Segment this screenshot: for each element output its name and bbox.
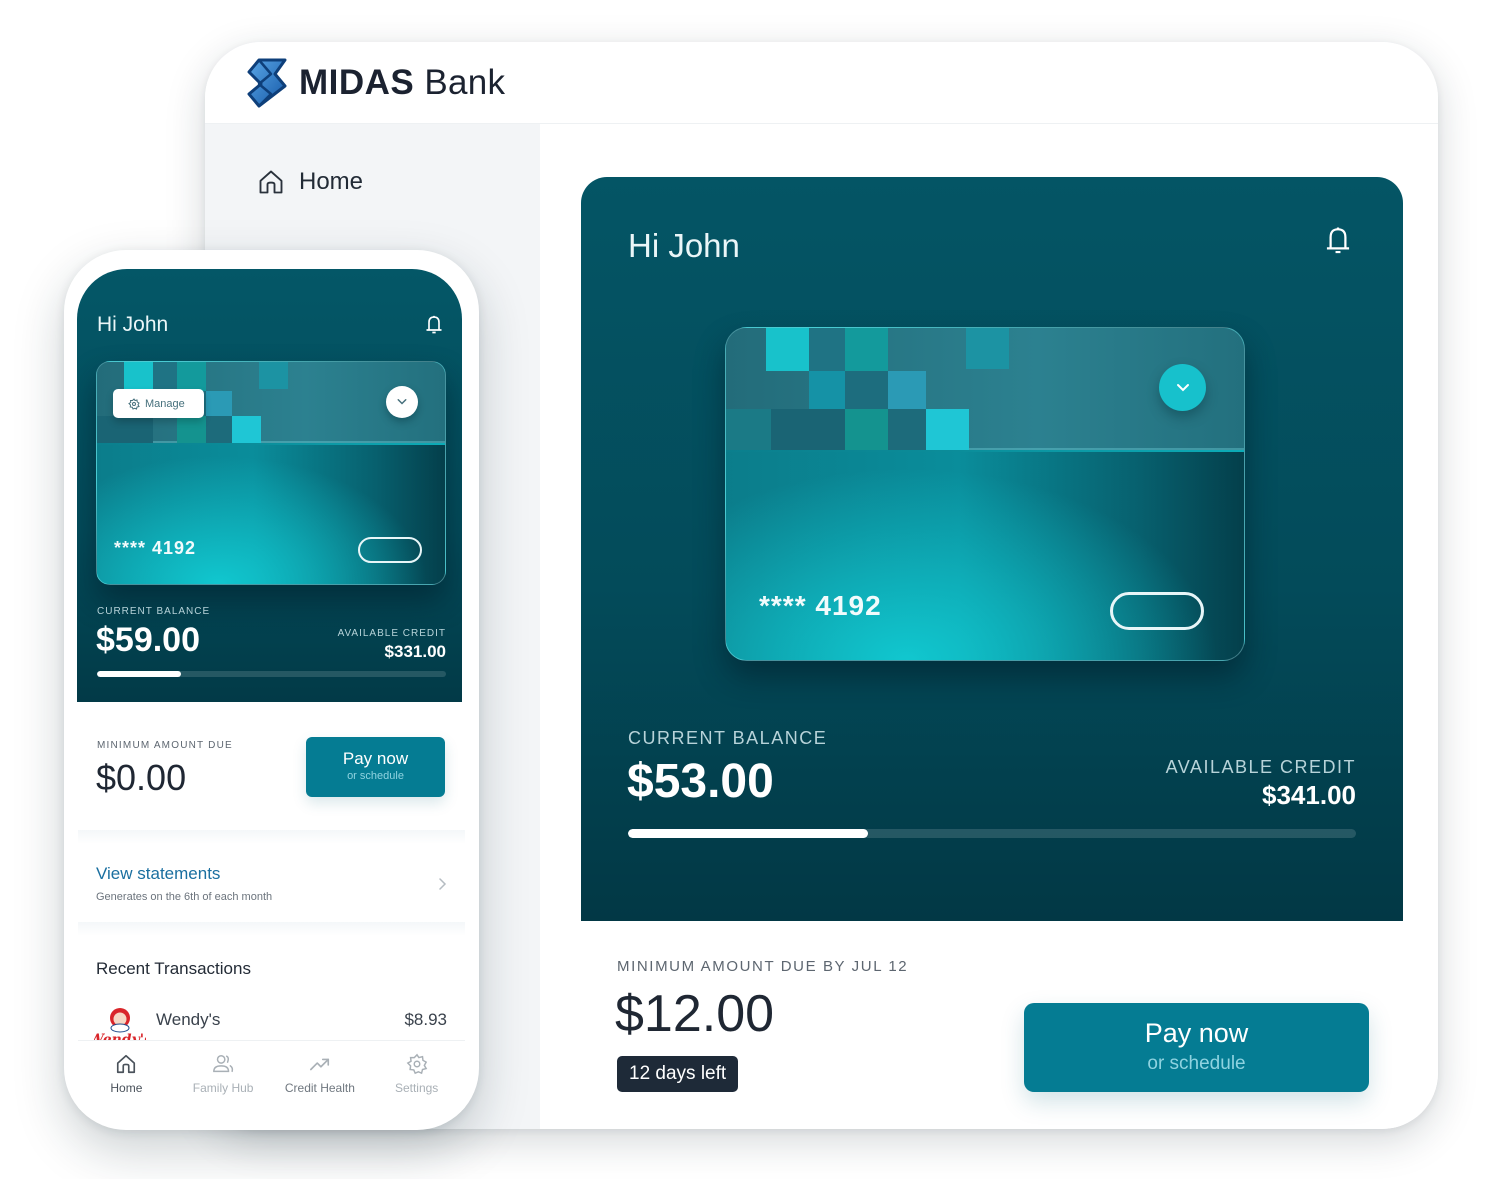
minimum-due-label: MINIMUM AMOUNT DUE BY JUL 12 [617,958,909,975]
pay-now-label: Pay now [1144,1018,1249,1048]
brand-name-regular: Bank [424,63,506,102]
card-toggle[interactable] [358,537,422,563]
sidebar-item-home[interactable]: Home [257,168,363,196]
minimum-due-value: $12.00 [615,985,775,1043]
nav-label: Settings [394,1081,439,1095]
home-icon [117,1054,136,1074]
nav-label: Home [110,1081,143,1095]
pay-now-sublabel: or schedule [1147,1053,1246,1074]
pay-now-sublabel: or schedule [347,770,404,782]
trending-up-icon [309,1058,329,1071]
current-balance-value: $59.00 [96,621,200,659]
nav-home[interactable]: Home [79,1041,174,1110]
brand-name: MIDAS Bank [299,63,505,103]
chevron-right-icon [439,878,447,890]
bell-icon[interactable] [1323,225,1353,257]
mobile-phone: Hi John Manage **** 4192 CURRENT BALANCE… [64,250,479,1130]
current-balance-label: CURRENT BALANCE [97,606,211,617]
current-balance-label: CURRENT BALANCE [628,728,828,748]
transaction-row[interactable]: Wendy's Wendy's $8.93 [94,1003,447,1043]
sidebar-item-label: Home [299,168,364,195]
recent-transactions-title: Recent Transactions [96,959,251,978]
available-credit-value: $331.00 [384,642,446,661]
credit-utilization-bar [628,829,1356,838]
available-credit-label: AVAILABLE CREDIT [337,628,446,639]
section-divider [78,922,465,936]
nav-label: Credit Health [284,1081,355,1095]
mobile-pay-now-button[interactable]: Pay now or schedule [306,737,445,797]
available-credit-label: AVAILABLE CREDIT [1165,757,1356,777]
card-body: **** 4192 [726,452,1244,660]
days-left-badge: 12 days left [617,1056,739,1092]
family-icon [213,1055,234,1073]
bell-icon[interactable] [424,314,444,336]
card-toggle[interactable] [1110,592,1204,630]
pay-now-button[interactable]: Pay now or schedule [1024,1003,1369,1092]
main-content: Hi John **** 4192 CURRENT BALANCE $53.00… [540,124,1438,1129]
mobile-greeting: Hi John [97,313,169,336]
bottom-nav: Home Family Hub Credit Health Settings [78,1040,465,1110]
credit-utilization-fill [628,829,869,838]
nav-settings[interactable]: Settings [369,1041,464,1110]
nav-family-hub[interactable]: Family Hub [176,1041,271,1110]
available-credit-value: $341.00 [1262,780,1356,810]
manage-label: Manage [145,397,185,410]
view-statements-title: View statements [96,864,221,883]
gear-icon [406,1053,427,1075]
app-header: MIDAS Bank [205,42,1438,124]
mobile-credit-card[interactable]: Manage **** 4192 [96,361,446,585]
card-pattern-band: Manage [97,362,445,443]
chevron-down-icon [1176,383,1189,391]
mobile-account-hero: Hi John Manage **** 4192 CURRENT BALANCE… [77,269,462,702]
mobile-minimum-due-label: MINIMUM AMOUNT DUE [97,740,233,751]
transaction-merchant: Wendy's [156,1010,221,1029]
home-icon [259,170,283,194]
current-balance-value: $53.00 [627,755,774,808]
manage-card-button[interactable]: Manage [113,389,204,418]
view-statements-link[interactable]: View statements Generates on the 6th of … [96,864,449,909]
brand-logo[interactable]: MIDAS Bank [245,58,505,108]
account-hero: Hi John **** 4192 CURRENT BALANCE $53.00… [581,177,1403,921]
card-expand-button[interactable] [386,386,418,418]
midas-logo-icon [247,58,287,108]
view-statements-subtitle: Generates on the 6th of each month [96,891,273,903]
card-pattern-band [726,328,1244,450]
card-body: **** 4192 [97,445,445,584]
pay-now-label: Pay now [342,749,409,768]
greeting: Hi John [628,227,740,264]
gear-icon [128,397,140,410]
credit-utilization-fill [97,671,181,677]
nav-credit-health[interactable]: Credit Health [272,1041,367,1110]
wendys-logo: Wendy's [94,1008,146,1043]
card-expand-button[interactable] [1159,364,1206,411]
brand-name-bold: MIDAS [299,63,415,102]
card-number: **** 4192 [114,538,197,558]
credit-utilization-bar [97,671,446,677]
credit-card[interactable]: **** 4192 [725,327,1245,661]
nav-label: Family Hub [192,1081,254,1095]
chevron-down-icon [397,399,407,405]
transaction-amount: $8.93 [404,1010,447,1029]
mobile-minimum-due-value: $0.00 [96,757,187,798]
card-number: **** 4192 [759,590,882,621]
section-divider [78,830,465,844]
